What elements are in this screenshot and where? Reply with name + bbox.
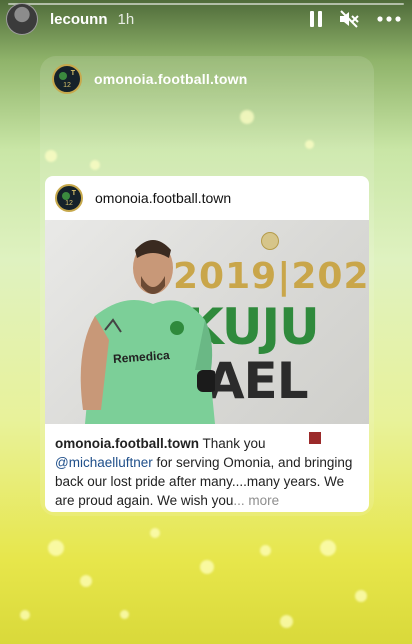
username[interactable]: lecounn bbox=[50, 11, 108, 28]
caption-more-link[interactable]: ... more bbox=[233, 493, 279, 508]
story-header: lecounn 1h bbox=[6, 3, 402, 35]
bokeh-light bbox=[260, 545, 271, 556]
post-header: T 12 omonoia.football.town bbox=[45, 176, 369, 220]
bokeh-light bbox=[355, 590, 367, 602]
speaker-muted-icon[interactable] bbox=[338, 9, 360, 29]
bokeh-light bbox=[280, 615, 293, 628]
player-photo bbox=[80, 240, 215, 424]
story-controls bbox=[310, 9, 402, 29]
watermark-stamp bbox=[309, 430, 357, 446]
bokeh-light bbox=[80, 575, 92, 587]
avatar[interactable] bbox=[6, 3, 38, 35]
post-handle[interactable]: omonoia.football.town bbox=[95, 190, 231, 206]
post-time: 1h bbox=[117, 10, 135, 28]
bokeh-light bbox=[320, 540, 336, 556]
shared-post-card[interactable]: T12 omonoia.football.town 2019|2021 KUJU… bbox=[45, 176, 369, 512]
source-handle: omonoia.football.town bbox=[94, 71, 248, 87]
caption-text-1: Thank you bbox=[202, 436, 266, 451]
post-caption[interactable]: omonoia.football.town Thank you @michael… bbox=[45, 424, 369, 510]
club-crest-icon bbox=[261, 232, 279, 250]
club-logo-icon: T 12 bbox=[55, 184, 83, 212]
bokeh-light bbox=[20, 610, 30, 620]
caption-handle[interactable]: omonoia.football.town bbox=[55, 436, 199, 451]
bokeh-light bbox=[120, 610, 129, 619]
more-horizontal-icon[interactable] bbox=[376, 15, 402, 23]
pause-icon[interactable] bbox=[310, 11, 322, 27]
shared-post-source[interactable]: T 12 omonoia.football.town bbox=[52, 64, 248, 94]
story-view: lecounn 1h T 12 omonoia.football.town T … bbox=[0, 0, 412, 644]
post-image: 2019|2021 KUJU HAEL Remedica bbox=[45, 220, 369, 424]
bokeh-light bbox=[48, 540, 64, 556]
bokeh-light bbox=[150, 528, 160, 538]
caption-mention[interactable]: @michaelluftner bbox=[55, 455, 153, 470]
club-logo-icon: T 12 bbox=[52, 64, 82, 94]
bokeh-light bbox=[200, 560, 214, 574]
